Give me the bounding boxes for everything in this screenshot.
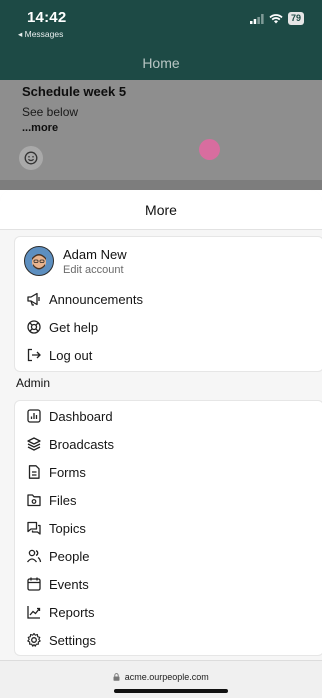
signal-icon (249, 13, 264, 24)
menu-item-events[interactable]: Events (25, 574, 89, 594)
logout-icon (25, 346, 43, 364)
menu-item-forms[interactable]: Forms (25, 462, 86, 482)
menu-item-label: Get help (49, 319, 99, 335)
user-name: Adam New (63, 246, 127, 262)
sheet-title: More (0, 190, 322, 230)
menu-item-log-out[interactable]: Log out (25, 345, 92, 365)
avatar (24, 246, 54, 276)
menu-item-label: Announcements (49, 291, 143, 307)
lock-icon (113, 673, 120, 681)
menu-item-label: People (49, 548, 90, 564)
menu-item-dashboard[interactable]: Dashboard (25, 406, 113, 426)
reaction-button[interactable] (19, 146, 43, 170)
admin-card: Dashboard Broadcasts Forms Files Topics (14, 400, 322, 656)
status-icons: 79 (249, 12, 304, 25)
avatar-face-icon (32, 254, 46, 270)
lifebuoy-icon (25, 318, 43, 336)
post-more-link[interactable]: ...more (22, 122, 58, 134)
menu-item-label: Files (49, 492, 77, 508)
account-card: Adam New Edit account Announcements Get … (14, 236, 322, 372)
megaphone-icon (25, 290, 43, 308)
wifi-icon (269, 13, 283, 23)
menu-item-label: Reports (49, 604, 95, 620)
people-icon (25, 547, 43, 565)
page-title: Home (142, 55, 180, 71)
more-sheet: More Adam New Edit account Announcements… (0, 190, 322, 660)
menu-item-reports[interactable]: Reports (25, 602, 95, 622)
menu-item-announcements[interactable]: Announcements (25, 289, 143, 309)
touch-indicator (199, 139, 220, 160)
clock: 14:42 (27, 9, 67, 26)
menu-item-settings[interactable]: Settings (25, 630, 96, 650)
feed-divider (0, 180, 322, 190)
chat-icon (25, 519, 43, 537)
url-text: acme.ourpeople.com (124, 672, 209, 682)
menu-item-people[interactable]: People (25, 546, 89, 566)
home-indicator[interactable] (114, 689, 228, 693)
post-body: See below (22, 105, 79, 119)
menu-item-label: Forms (49, 464, 86, 480)
menu-item-label: Events (49, 576, 89, 592)
browser-bar: acme.ourpeople.com (0, 660, 322, 698)
status-bar: 14:42 ◂ Messages 79 (0, 0, 322, 46)
menu-item-files[interactable]: Files (25, 490, 76, 510)
back-to-messages-link[interactable]: ◂ Messages (18, 29, 63, 40)
menu-item-label: Settings (49, 632, 96, 648)
admin-section-label: Admin (16, 376, 51, 390)
emoji-icon (24, 151, 38, 165)
post-title: Schedule week 5 (22, 84, 127, 99)
url-field[interactable]: acme.ourpeople.com (0, 672, 322, 682)
document-icon (25, 463, 43, 481)
menu-item-label: Dashboard (49, 408, 113, 424)
battery-indicator: 79 (287, 12, 304, 25)
folder-icon (25, 491, 43, 509)
menu-item-broadcasts[interactable]: Broadcasts (25, 434, 114, 454)
layers-icon (25, 435, 43, 453)
menu-item-label: Log out (49, 347, 93, 363)
edit-account-row[interactable]: Adam New Edit account (24, 246, 127, 276)
menu-item-topics[interactable]: Topics (25, 518, 86, 538)
gear-icon (25, 631, 43, 649)
menu-item-get-help[interactable]: Get help (25, 317, 98, 337)
feed-post[interactable]: Schedule week 5 See below ...more (0, 80, 322, 180)
menu-item-label: Broadcasts (49, 436, 115, 452)
trend-icon (25, 603, 43, 621)
edit-account-label: Edit account (63, 263, 124, 276)
calendar-icon (25, 575, 43, 593)
app-header: Home (0, 46, 322, 80)
chart-icon (25, 407, 43, 425)
menu-item-label: Topics (49, 520, 86, 536)
